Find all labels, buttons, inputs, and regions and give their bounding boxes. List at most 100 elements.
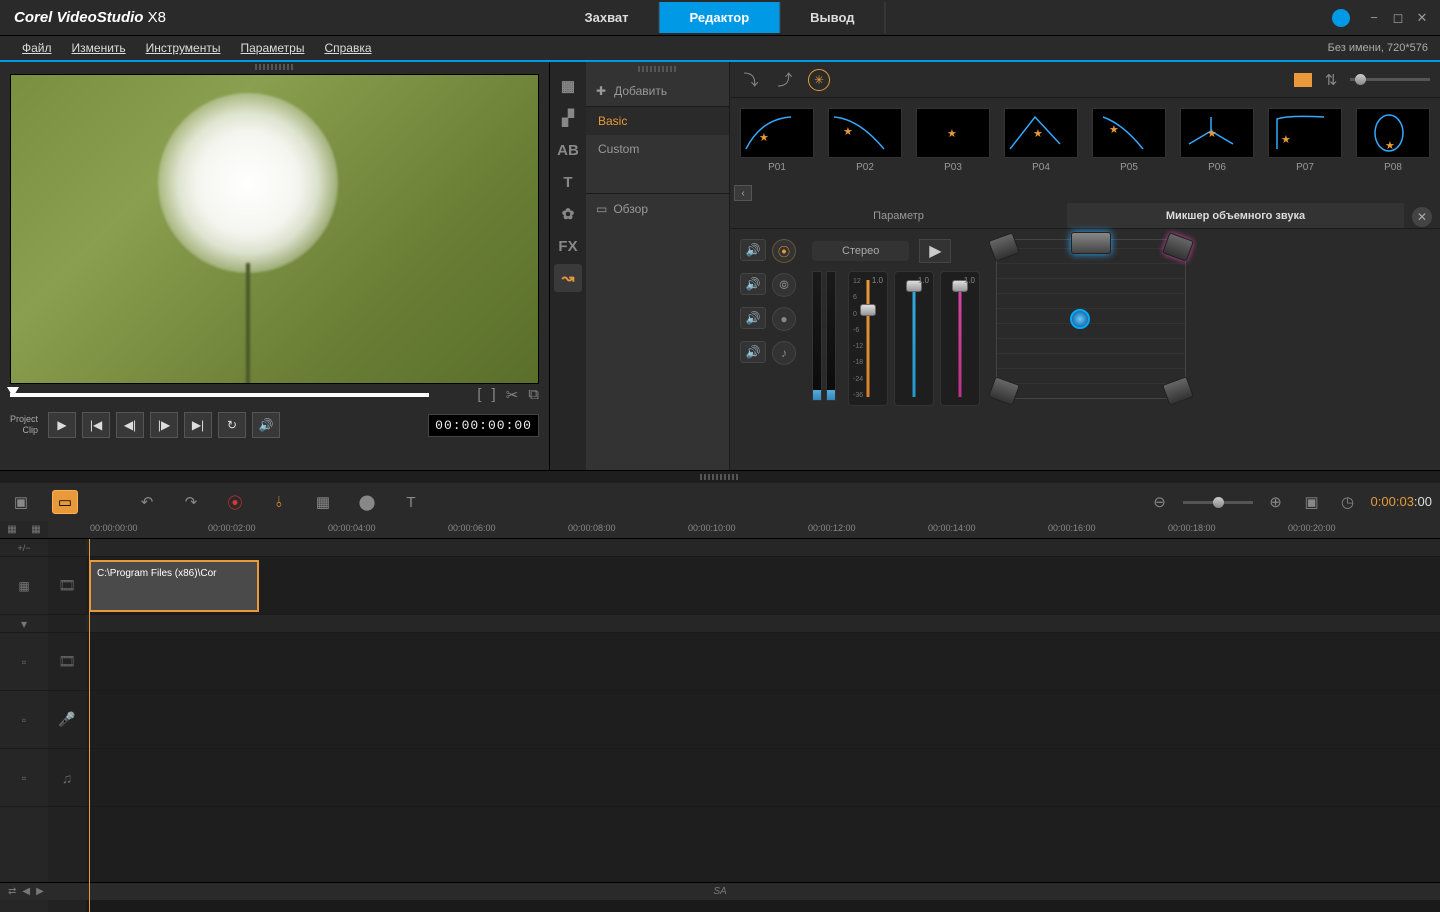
subtitle-button[interactable]: T xyxy=(398,490,424,514)
repeat-button[interactable]: ↻ xyxy=(218,412,246,438)
tab-surround-mixer[interactable]: Микшер объемного звука xyxy=(1067,203,1404,228)
snapshot-button[interactable]: ▦ xyxy=(310,490,336,514)
ruler-marks[interactable]: 00:00:00:00 00:00:02:00 00:00:04:00 00:0… xyxy=(48,521,1440,538)
menu-edit[interactable]: Изменить xyxy=(62,37,136,59)
mark-in-icon[interactable]: [ xyxy=(477,386,481,404)
timeline-ruler[interactable]: ▦ ▦ 00:00:00:00 00:00:02:00 00:00:04:00 0… xyxy=(0,521,1440,539)
category-basic[interactable]: Basic xyxy=(586,107,729,135)
import-icon[interactable]: ⤵ xyxy=(740,69,762,91)
duration-icon[interactable]: ◷ xyxy=(1335,490,1361,514)
mode-tab-capture[interactable]: Захват xyxy=(554,2,659,33)
menu-help[interactable]: Справка xyxy=(314,37,381,59)
preset-p04[interactable]: ★P04 xyxy=(1004,108,1078,173)
audio-button[interactable]: ⫰ xyxy=(266,490,292,514)
mute-voice-button[interactable]: 🔊 xyxy=(740,307,766,329)
preset-p01[interactable]: ★P01 xyxy=(740,108,814,173)
timeline-view-button[interactable]: ▭ xyxy=(52,490,78,514)
volume-button[interactable]: 🔊 xyxy=(252,412,280,438)
music-track-icon[interactable]: ♫ xyxy=(48,749,86,807)
sb-next-icon[interactable]: ▶ xyxy=(36,886,44,897)
track-row-video[interactable]: C:\Program Files (x86)\Cor xyxy=(86,557,1440,615)
surround-field[interactable] xyxy=(996,239,1186,399)
storyboard-view-button[interactable]: ▣ xyxy=(8,490,34,514)
fx-icon[interactable]: FX xyxy=(554,232,582,260)
preset-p06[interactable]: ★P06 xyxy=(1180,108,1254,173)
view-thumb-icon[interactable] xyxy=(1294,73,1312,87)
category-custom[interactable]: Custom xyxy=(586,135,729,163)
speaker-rear-right-icon[interactable] xyxy=(1162,376,1194,406)
record-button[interactable]: ⦿ xyxy=(222,490,248,514)
preset-p03[interactable]: ★P03 xyxy=(916,108,990,173)
select-video-button[interactable]: ⦿ xyxy=(772,239,796,263)
cut-icon[interactable]: ✂ xyxy=(506,386,519,404)
settings-gear-icon[interactable]: ✳ xyxy=(808,69,830,91)
prev-frame-button[interactable]: ◀| xyxy=(116,412,144,438)
playhead[interactable] xyxy=(89,539,90,912)
preset-p07[interactable]: ★P07 xyxy=(1268,108,1342,173)
select-voice-button[interactable]: ● xyxy=(772,307,796,331)
scrubber[interactable]: [ ] ✂ ⧉ xyxy=(10,390,539,400)
mark-out-icon[interactable]: ] xyxy=(492,386,496,404)
slider-thumb-icon[interactable] xyxy=(1213,497,1224,508)
track-head-video[interactable]: ▦ xyxy=(0,557,48,615)
copy-icon[interactable]: ⧉ xyxy=(528,386,539,404)
fader-sub[interactable]: 1.0 xyxy=(940,271,980,406)
sb-prev-icon[interactable]: ◀ xyxy=(22,886,30,897)
track-row-overlay[interactable] xyxy=(86,633,1440,691)
drag-handle-icon[interactable] xyxy=(638,66,678,72)
graphics-icon[interactable]: ✿ xyxy=(554,200,582,228)
fit-button[interactable]: ▣ xyxy=(1299,490,1325,514)
fader-center[interactable]: 1.0 xyxy=(894,271,934,406)
track-head-overlay[interactable]: ▫ xyxy=(0,633,48,691)
minimize-button[interactable]: − xyxy=(1366,10,1382,26)
preset-p02[interactable]: ★P02 xyxy=(828,108,902,173)
next-frame-button[interactable]: |▶ xyxy=(150,412,178,438)
redo-button[interactable]: ↷ xyxy=(178,490,204,514)
track-expand[interactable]: ▾ xyxy=(0,615,48,633)
overview-button[interactable]: ▭ Обзор xyxy=(586,193,729,224)
track-toggle[interactable]: +/− xyxy=(0,539,48,557)
track-row-voice[interactable] xyxy=(86,691,1440,749)
close-panel-button[interactable]: ✕ xyxy=(1412,207,1432,227)
chapter-button[interactable]: ⬤ xyxy=(354,490,380,514)
titles-ab-icon[interactable]: AB xyxy=(554,136,582,164)
video-clip[interactable]: C:\Program Files (x86)\Cor xyxy=(89,560,259,612)
track-row-music[interactable] xyxy=(86,749,1440,807)
scrubber-handle-icon[interactable] xyxy=(7,387,19,397)
voice-track-icon[interactable]: 🎤 xyxy=(48,691,86,749)
fader-main[interactable]: 1260-6-12-18-24-36 1.0 xyxy=(848,271,888,406)
speaker-rear-left-icon[interactable] xyxy=(988,376,1020,406)
size-slider[interactable] xyxy=(1350,78,1430,81)
fader-thumb-icon[interactable] xyxy=(860,304,876,316)
track-head-voice[interactable]: ▫ xyxy=(0,691,48,749)
mode-tab-output[interactable]: Вывод xyxy=(780,2,885,33)
zoom-out-button[interactable]: ⊖ xyxy=(1147,490,1173,514)
menu-settings[interactable]: Параметры xyxy=(230,37,314,59)
select-overlay-button[interactable]: ⦾ xyxy=(772,273,796,297)
go-start-button[interactable]: |◀ xyxy=(82,412,110,438)
export-icon[interactable]: ⤴ xyxy=(774,69,796,91)
ruler-mode-icon[interactable]: ▦ xyxy=(7,524,16,535)
menu-tools[interactable]: Инструменты xyxy=(136,37,231,59)
track-lanes[interactable]: C:\Program Files (x86)\Cor xyxy=(86,539,1440,912)
mixer-play-button[interactable]: ▶ xyxy=(919,239,951,263)
mute-video-button[interactable]: 🔊 xyxy=(740,239,766,261)
menu-file[interactable]: Файл xyxy=(12,37,62,59)
maximize-button[interactable]: ◻ xyxy=(1390,10,1406,26)
preview-timecode[interactable]: 00:00:00:00 xyxy=(428,414,539,437)
mute-music-button[interactable]: 🔊 xyxy=(740,341,766,363)
video-track-icon[interactable]: 🎞 xyxy=(48,557,86,615)
overlay-track-icon[interactable]: 🎞 xyxy=(48,633,86,691)
ruler-mode-icon[interactable]: ▦ xyxy=(31,524,40,535)
drag-handle-icon[interactable] xyxy=(700,474,740,480)
play-button[interactable]: ▶ xyxy=(48,412,76,438)
surround-position-handle[interactable] xyxy=(1070,309,1090,329)
globe-icon[interactable] xyxy=(1332,9,1350,27)
track-row-markers[interactable] xyxy=(86,539,1440,557)
drag-handle-icon[interactable] xyxy=(255,64,295,70)
speaker-front-left-icon[interactable] xyxy=(988,232,1020,262)
text-icon[interactable]: T xyxy=(554,168,582,196)
sb-tool-icon[interactable]: ⇄ xyxy=(8,886,16,897)
stereo-mode-button[interactable]: Стерео xyxy=(812,241,909,261)
mode-tab-editor[interactable]: Редактор xyxy=(660,2,781,33)
